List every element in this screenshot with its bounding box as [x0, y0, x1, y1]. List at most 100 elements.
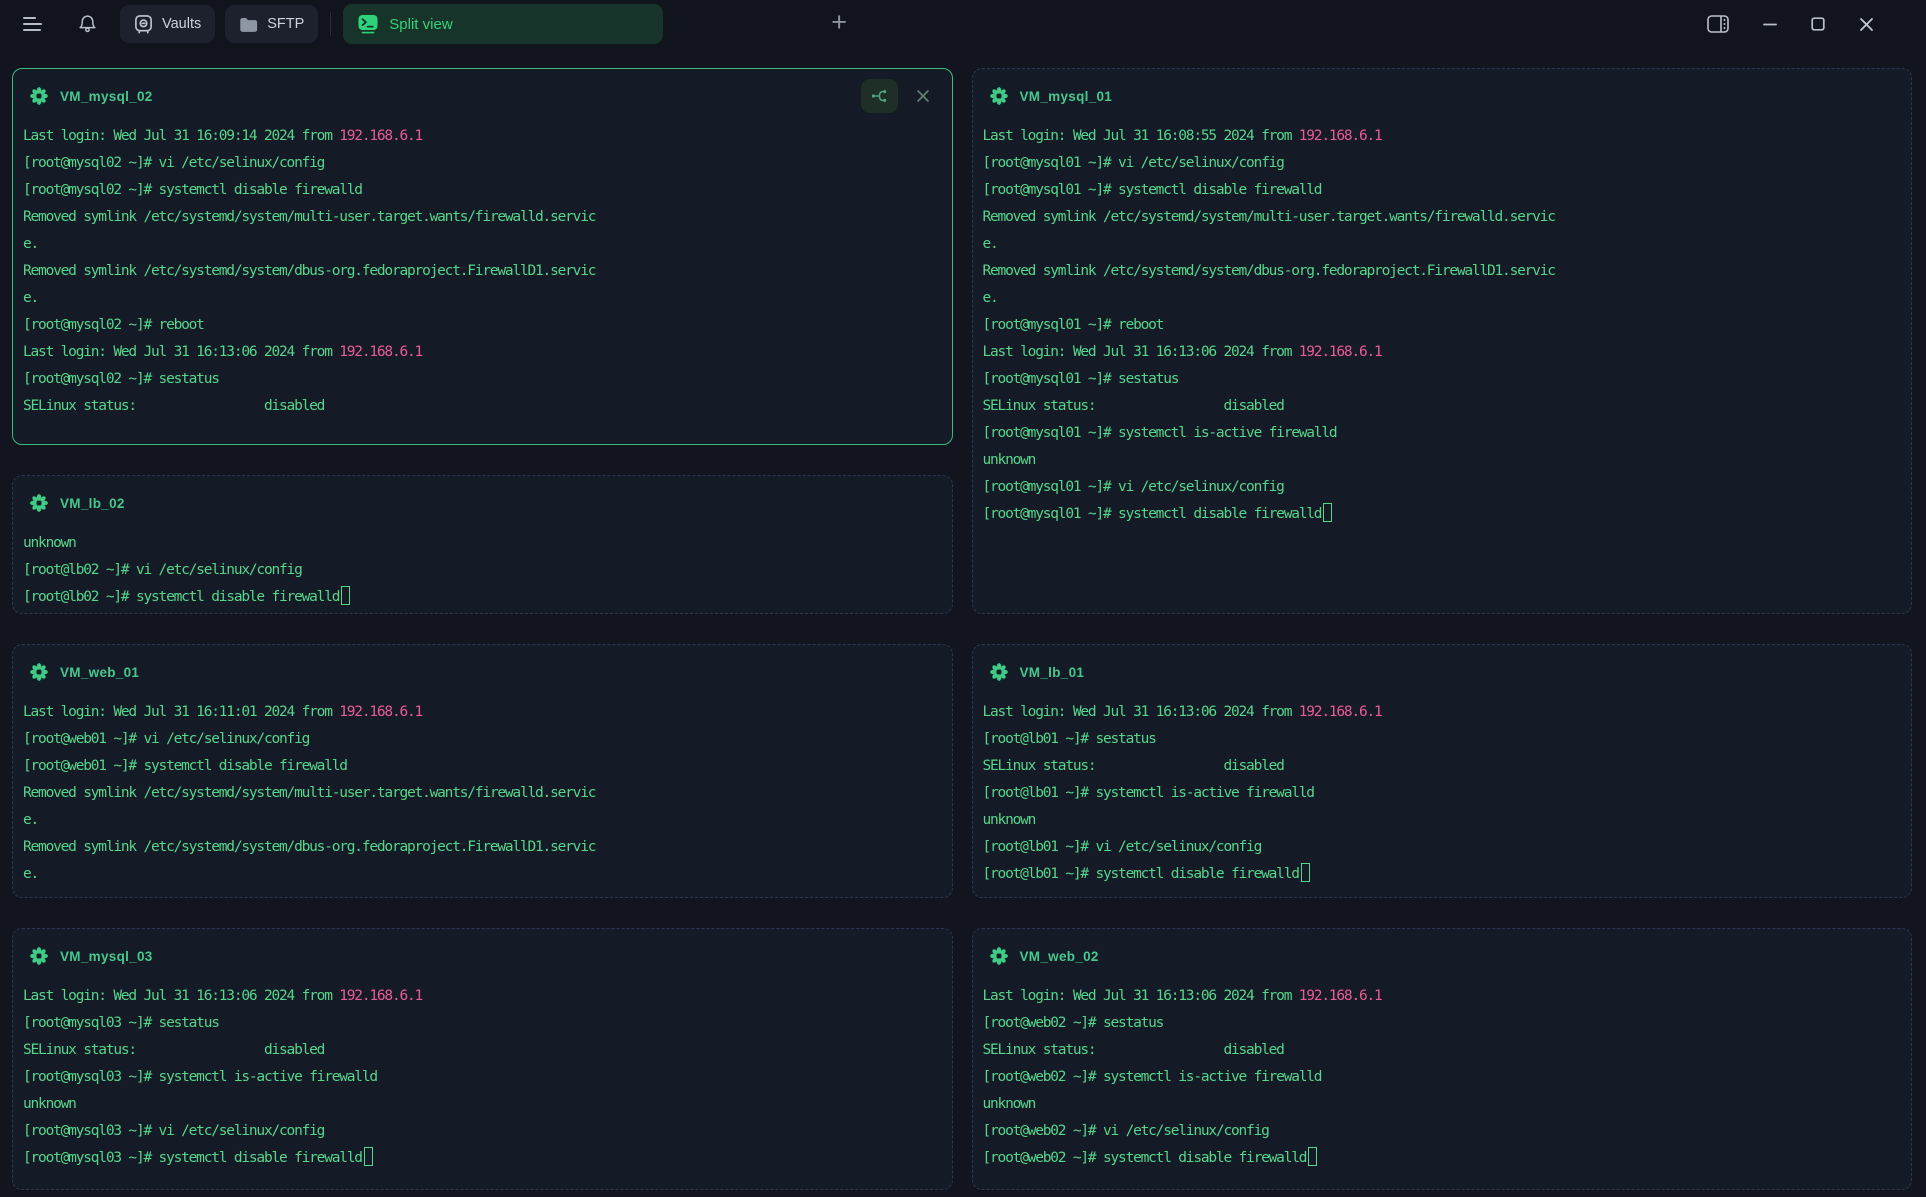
terminal-line: Last login: Wed Jul 31 16:13:06 2024 fro… — [983, 699, 1898, 726]
terminal-panel-vm-web-01[interactable]: VM_web_01 Last login: Wed Jul 31 16:11:0… — [12, 644, 953, 898]
distro-flower-icon — [29, 86, 49, 106]
terminal-line: [root@mysql02 ~]# sestatus — [23, 366, 938, 393]
terminal-line: e. — [23, 285, 938, 312]
terminal-panel-vm-lb-01[interactable]: VM_lb_01 Last login: Wed Jul 31 16:13:06… — [972, 644, 1913, 898]
notifications-button[interactable] — [68, 5, 106, 43]
terminal-line: [root@web02 ~]# sestatus — [983, 1010, 1898, 1037]
terminal-output[interactable]: Last login: Wed Jul 31 16:13:06 2024 fro… — [983, 983, 1898, 1172]
new-tab-button[interactable]: + — [823, 9, 855, 40]
close-window-button[interactable] — [1859, 17, 1874, 32]
terminal-line: [root@web02 ~]# systemctl is-active fire… — [983, 1064, 1898, 1091]
terminal-panel-header: VM_mysql_02 — [23, 82, 938, 110]
sftp-button[interactable]: SFTP — [225, 5, 318, 43]
terminal-panel-vm-mysql-02[interactable]: VM_mysql_02 Last lo — [12, 68, 953, 445]
terminal-line: [root@lb01 ~]# systemctl disable firewal… — [983, 861, 1898, 888]
terminal-line: [root@mysql02 ~]# vi /etc/selinux/config — [23, 150, 938, 177]
terminal-panel-header: VM_mysql_01 — [983, 82, 1898, 110]
terminal-line: Last login: Wed Jul 31 16:11:01 2024 fro… — [23, 699, 938, 726]
terminal-line: e. — [23, 231, 938, 258]
maximize-button[interactable] — [1811, 17, 1825, 31]
terminal-panel-vm-lb-02[interactable]: VM_lb_02 unknown[root@lb02 ~]# vi /etc/s… — [12, 475, 953, 614]
terminal-title: VM_lb_02 — [60, 496, 125, 511]
terminal-cursor — [1308, 1147, 1317, 1166]
close-icon — [1859, 17, 1874, 32]
terminal-cursor — [1323, 503, 1332, 522]
terminal-line: Last login: Wed Jul 31 16:09:14 2024 fro… — [23, 123, 938, 150]
terminal-title: VM_web_01 — [60, 665, 139, 680]
terminal-line: SELinux status: disabled — [983, 393, 1898, 420]
terminal-output[interactable]: Last login: Wed Jul 31 16:11:01 2024 fro… — [23, 699, 938, 888]
ip-highlight: 192.168.6.1 — [1299, 344, 1382, 360]
terminal-panel-header: VM_lb_02 — [23, 489, 938, 517]
terminal-line: Removed symlink /etc/systemd/system/dbus… — [983, 258, 1898, 285]
bell-icon — [77, 13, 98, 35]
terminal-line: [root@mysql03 ~]# systemctl disable fire… — [23, 1145, 938, 1172]
terminal-output[interactable]: Last login: Wed Jul 31 16:13:06 2024 fro… — [23, 983, 938, 1172]
terminal-panel-header: VM_mysql_03 — [23, 942, 938, 970]
terminal-line: Last login: Wed Jul 31 16:13:06 2024 fro… — [983, 983, 1898, 1010]
terminal-output[interactable]: Last login: Wed Jul 31 16:08:55 2024 fro… — [983, 123, 1898, 528]
terminal-panel-vm-mysql-01[interactable]: VM_mysql_01 Last login: Wed Jul 31 16:08… — [972, 68, 1913, 614]
terminal-output[interactable]: Last login: Wed Jul 31 16:09:14 2024 fro… — [23, 123, 938, 420]
terminal-output[interactable]: Last login: Wed Jul 31 16:13:06 2024 fro… — [983, 699, 1898, 888]
terminal-line: Last login: Wed Jul 31 16:13:06 2024 fro… — [23, 983, 938, 1010]
minimize-icon — [1763, 17, 1777, 31]
terminal-line: [root@mysql01 ~]# sestatus — [983, 366, 1898, 393]
terminal-panel-header: VM_lb_01 — [983, 658, 1898, 686]
terminal-line: e. — [983, 231, 1898, 258]
terminal-panel-vm-web-02[interactable]: VM_web_02 Last login: Wed Jul 31 16:13:0… — [972, 928, 1913, 1190]
terminal-line: [root@mysql01 ~]# vi /etc/selinux/config — [983, 474, 1898, 501]
terminal-line: [root@mysql03 ~]# sestatus — [23, 1010, 938, 1037]
terminal-line: [root@lb01 ~]# vi /etc/selinux/config — [983, 834, 1898, 861]
ip-highlight: 192.168.6.1 — [339, 704, 422, 720]
terminal-line: [root@lb01 ~]# systemctl is-active firew… — [983, 780, 1898, 807]
vaults-button[interactable]: Vaults — [120, 5, 215, 43]
terminal-line: SELinux status: disabled — [23, 393, 938, 420]
terminal-line: unknown — [23, 530, 938, 557]
tab-split-view[interactable]: Split view — [343, 4, 663, 44]
terminal-line: Removed symlink /etc/systemd/system/mult… — [983, 204, 1898, 231]
terminal-line: [root@lb02 ~]# systemctl disable firewal… — [23, 584, 938, 611]
ip-highlight: 192.168.6.1 — [1299, 704, 1382, 720]
terminal-title: VM_lb_01 — [1020, 665, 1085, 680]
terminal-line: [root@mysql01 ~]# systemctl disable fire… — [983, 501, 1898, 528]
hamburger-menu-button[interactable] — [14, 5, 52, 43]
split-session-button[interactable] — [861, 79, 898, 113]
terminal-line: [root@web02 ~]# systemctl disable firewa… — [983, 1145, 1898, 1172]
distro-flower-icon — [989, 86, 1009, 106]
topbar-separator — [330, 12, 331, 36]
terminal-line: [root@mysql03 ~]# systemctl is-active fi… — [23, 1064, 938, 1091]
distro-flower-icon — [989, 946, 1009, 966]
split-column-right: VM_mysql_01 Last login: Wed Jul 31 16:08… — [972, 68, 1913, 1190]
terminal-line: Last login: Wed Jul 31 16:13:06 2024 fro… — [983, 339, 1898, 366]
terminal-panel-vm-mysql-03[interactable]: VM_mysql_03 Last login: Wed Jul 31 16:13… — [12, 928, 953, 1190]
terminal-line: unknown — [983, 447, 1898, 474]
terminal-line: [root@lb01 ~]# sestatus — [983, 726, 1898, 753]
terminal-title: VM_mysql_02 — [60, 89, 153, 104]
terminal-line: e. — [23, 807, 938, 834]
terminal-line: SELinux status: disabled — [983, 753, 1898, 780]
terminal-line: [root@lb02 ~]# vi /etc/selinux/config — [23, 557, 938, 584]
terminal-line: [root@mysql03 ~]# vi /etc/selinux/config — [23, 1118, 938, 1145]
vaults-button-label: Vaults — [162, 16, 201, 32]
terminal-line: e. — [983, 285, 1898, 312]
terminal-panel-header: VM_web_02 — [983, 942, 1898, 970]
terminal-line: Last login: Wed Jul 31 16:08:55 2024 fro… — [983, 123, 1898, 150]
terminal-title: VM_mysql_03 — [60, 949, 153, 964]
terminal-line: unknown — [983, 807, 1898, 834]
terminal-line: [root@mysql02 ~]# reboot — [23, 312, 938, 339]
distro-flower-icon — [29, 662, 49, 682]
minimize-button[interactable] — [1763, 17, 1777, 31]
toggle-sidebar-button[interactable] — [1707, 15, 1729, 33]
close-terminal-button[interactable] — [910, 83, 936, 109]
window-controls — [1707, 15, 1874, 33]
distro-flower-icon — [29, 493, 49, 513]
terminal-title: VM_web_02 — [1020, 949, 1099, 964]
terminal-line: Removed symlink /etc/systemd/system/mult… — [23, 780, 938, 807]
hamburger-icon — [22, 15, 44, 33]
terminal-panel-header: VM_web_01 — [23, 658, 938, 686]
terminal-line: unknown — [23, 1091, 938, 1118]
ip-highlight: 192.168.6.1 — [1299, 988, 1382, 1004]
terminal-line: [root@web01 ~]# vi /etc/selinux/config — [23, 726, 938, 753]
terminal-output[interactable]: unknown[root@lb02 ~]# vi /etc/selinux/co… — [23, 530, 938, 611]
